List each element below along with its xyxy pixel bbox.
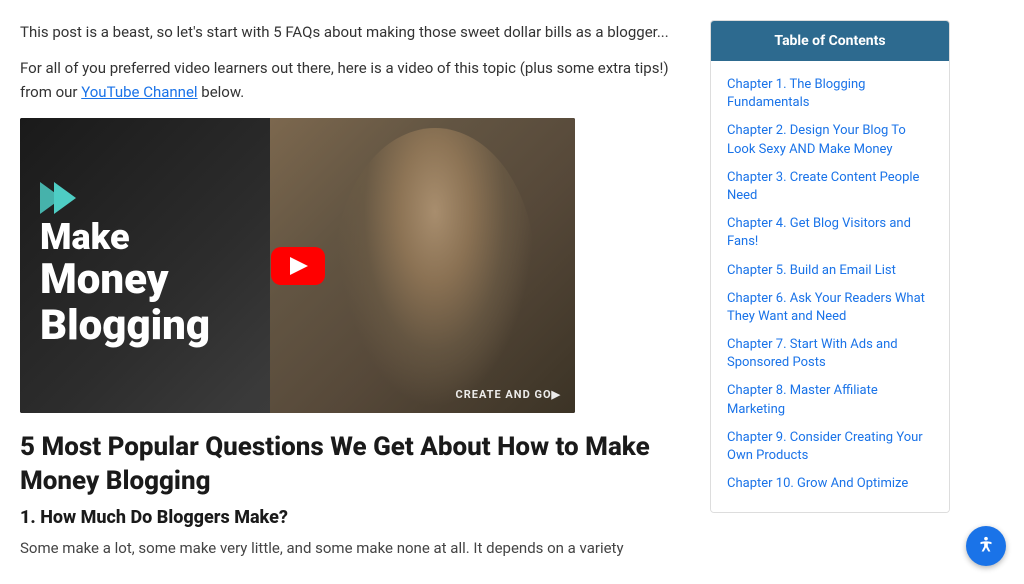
sub-heading: 1. How Much Do Bloggers Make? (20, 507, 680, 528)
video-line1: Make (40, 218, 210, 258)
main-content: This post is a beast, so let's start wit… (20, 20, 680, 564)
toc-item[interactable]: Chapter 7. Start With Ads and Sponsored … (727, 331, 933, 377)
section-heading: 5 Most Popular Questions We Get About Ho… (20, 431, 680, 499)
youtube-channel-link[interactable]: YouTube Channel (81, 83, 197, 101)
intro-text-after-link: below. (198, 83, 245, 101)
intro-paragraph-2: For all of you preferred video learners … (20, 56, 680, 104)
video-person-overlay (335, 128, 535, 408)
toc-item[interactable]: Chapter 8. Master Affiliate Marketing (727, 377, 933, 423)
toc-item[interactable]: Chapter 2. Design Your Blog To Look Sexy… (727, 117, 933, 163)
toc-box: Table of Contents Chapter 1. The Bloggin… (710, 20, 950, 513)
video-line3: Blogging (40, 303, 210, 349)
page-wrapper: This post is a beast, so let's start wit… (0, 0, 1024, 584)
toc-item[interactable]: Chapter 1. The Blogging Fundamentals (727, 71, 933, 117)
sidebar: Table of Contents Chapter 1. The Bloggin… (710, 20, 950, 564)
toc-item[interactable]: Chapter 5. Build an Email List (727, 257, 933, 285)
toc-item[interactable]: Chapter 10. Grow And Optimize (727, 470, 933, 498)
video-arrows (40, 182, 210, 214)
toc-item[interactable]: Chapter 4. Get Blog Visitors and Fans! (727, 210, 933, 256)
body-text: Some make a lot, some make very little, … (20, 536, 680, 560)
video-main-text: Make Money Blogging (40, 218, 210, 350)
accessibility-button[interactable] (966, 526, 1006, 566)
intro-paragraph-1: This post is a beast, so let's start wit… (20, 20, 680, 44)
toc-list: Chapter 1. The Blogging FundamentalsChap… (711, 61, 949, 512)
toc-item[interactable]: Chapter 9. Consider Creating Your Own Pr… (727, 424, 933, 470)
play-button[interactable] (271, 247, 325, 285)
toc-item[interactable]: Chapter 3. Create Content People Need (727, 164, 933, 210)
toc-header: Table of Contents (711, 21, 949, 61)
play-icon (290, 257, 308, 275)
video-line2: Money (40, 257, 210, 303)
video-watermark: CREATE AND GO▶ (456, 388, 561, 401)
toc-item[interactable]: Chapter 6. Ask Your Readers What They Wa… (727, 285, 933, 331)
video-thumbnail[interactable]: Make Money Blogging CREATE AND GO▶ (20, 118, 575, 413)
arrow1-icon (40, 182, 62, 214)
accessibility-icon (975, 535, 997, 557)
video-text-overlay: Make Money Blogging (40, 182, 210, 350)
